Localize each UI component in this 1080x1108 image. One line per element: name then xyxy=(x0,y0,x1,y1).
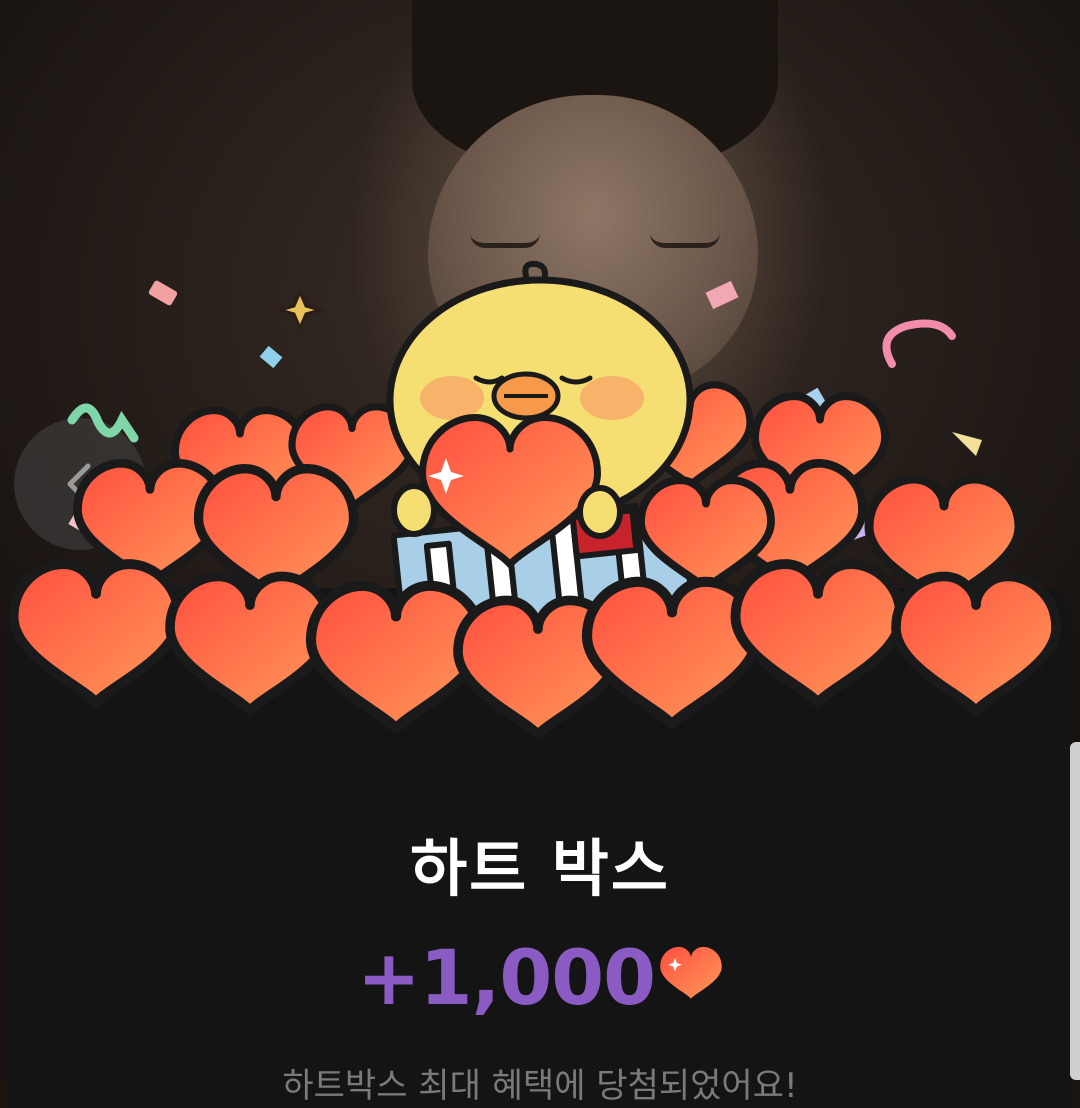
heart-icon xyxy=(660,946,722,999)
popup-title: 하트 박스 xyxy=(410,832,670,905)
heart-box-illustration xyxy=(0,260,1080,760)
reward-amount: +1,000 xyxy=(356,932,656,1022)
reward-row: +1,000 xyxy=(0,932,1080,1022)
popup-subtitle: 하트박스 최대 혜택에 당첨되었어요! xyxy=(282,1066,798,1106)
scrollbar[interactable] xyxy=(1070,742,1080,1080)
